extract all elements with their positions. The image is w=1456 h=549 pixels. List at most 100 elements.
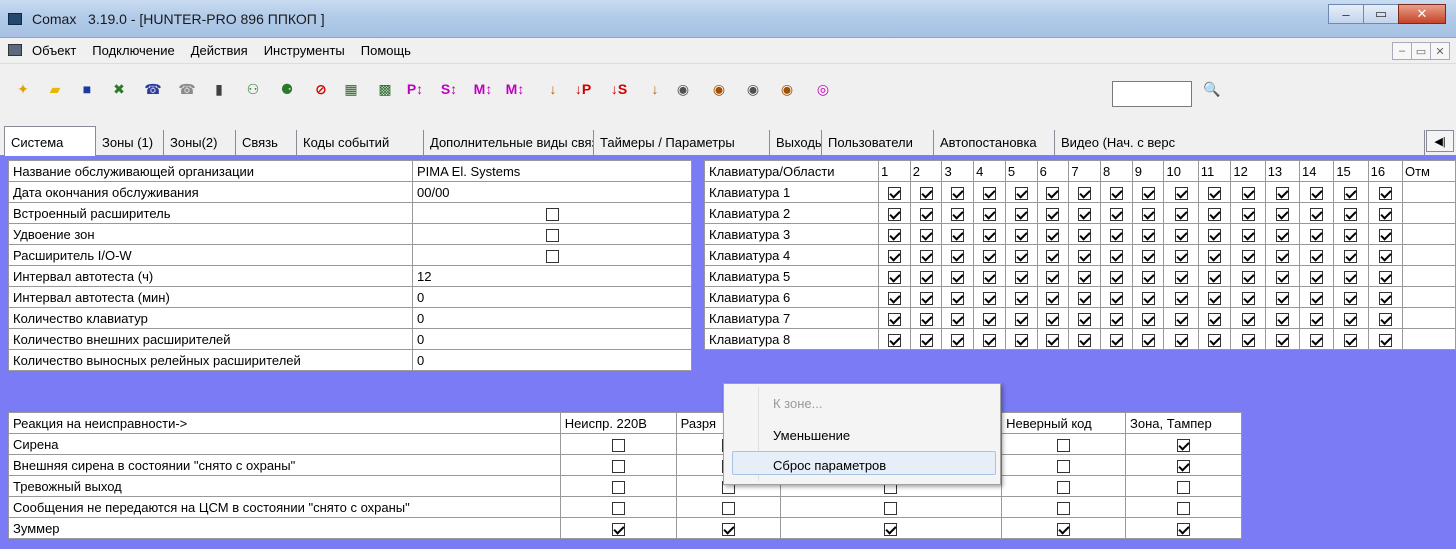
context-item-decrease[interactable]: Уменьшение	[773, 428, 850, 443]
menu-item-3[interactable]: Инструменты	[264, 43, 345, 58]
keypad-area-checkbox[interactable]	[1078, 270, 1092, 284]
fault-cell[interactable]	[559, 454, 677, 476]
keypad-area-checkbox[interactable]	[983, 228, 997, 242]
keypad-area-checkbox[interactable]	[983, 291, 997, 305]
keypad-area-cell[interactable]	[1036, 202, 1070, 224]
keypad-area-cell[interactable]	[1100, 286, 1133, 308]
keypad-area-cell[interactable]	[1401, 328, 1456, 350]
keypad-area-checkbox[interactable]	[1344, 291, 1358, 305]
keypad-area-checkbox[interactable]	[1046, 186, 1060, 200]
fault-cell[interactable]	[559, 496, 677, 518]
keypad-area-cell[interactable]	[1401, 223, 1456, 245]
keypad-area-cell[interactable]	[1131, 265, 1165, 287]
keypad-area-cell[interactable]	[1264, 181, 1301, 203]
keypad-area-checkbox[interactable]	[1141, 270, 1155, 284]
camera-3-button[interactable]: ◉	[772, 74, 802, 104]
fault-cell[interactable]	[779, 496, 1003, 518]
keypad-area-checkbox[interactable]	[1208, 270, 1222, 284]
keypad-area-cell[interactable]	[1264, 307, 1301, 329]
keypad-area-cell[interactable]	[1230, 202, 1266, 224]
keypad-area-cell[interactable]	[1004, 181, 1038, 203]
keypad-area-cell[interactable]	[1197, 307, 1232, 329]
keypad-area-checkbox[interactable]	[1046, 291, 1060, 305]
keypad-area-cell[interactable]	[1367, 244, 1403, 266]
keypad-area-checkbox[interactable]	[1014, 186, 1028, 200]
fault-cell[interactable]	[675, 517, 781, 539]
keypad-area-cell[interactable]	[1068, 181, 1102, 203]
keypad-area-checkbox[interactable]	[919, 186, 933, 200]
keypad-area-checkbox[interactable]	[1046, 249, 1060, 263]
keypad-area-cell[interactable]	[1197, 181, 1232, 203]
keypad-area-checkbox[interactable]	[1310, 249, 1324, 263]
keypad-area-cell[interactable]	[1333, 181, 1369, 203]
keypad-area-cell[interactable]	[1163, 202, 1199, 224]
keypad-area-checkbox[interactable]	[1174, 249, 1188, 263]
keypad-area-cell[interactable]	[1333, 286, 1369, 308]
keypad-area-cell[interactable]	[1264, 328, 1301, 350]
keypad-area-checkbox[interactable]	[1014, 291, 1028, 305]
keypad-area-cell[interactable]	[941, 244, 975, 266]
keypad-area-cell[interactable]	[1036, 244, 1070, 266]
keypad-area-checkbox[interactable]	[1141, 249, 1155, 263]
keypad-area-cell[interactable]	[1036, 328, 1070, 350]
fault-cell[interactable]	[559, 475, 677, 497]
keypad-area-cell[interactable]	[909, 328, 943, 350]
tab-1[interactable]: Зоны (1)	[96, 130, 164, 156]
keypad-area-checkbox[interactable]	[951, 270, 965, 284]
keypad-area-cell[interactable]	[1197, 202, 1232, 224]
tab-10[interactable]: Видео (Нач. с верс	[1055, 130, 1425, 156]
connect-button[interactable]: ⚇	[238, 74, 268, 104]
keypad-area-cell[interactable]	[1068, 265, 1102, 287]
keypad-area-checkbox[interactable]	[1378, 249, 1392, 263]
keypad-area-checkbox[interactable]	[1078, 291, 1092, 305]
fault-checkbox[interactable]	[1057, 480, 1071, 494]
keypad-area-cell[interactable]	[1131, 307, 1165, 329]
keypad-area-cell[interactable]	[909, 181, 943, 203]
keypad-area-checkbox[interactable]	[1241, 249, 1255, 263]
keypad-area-cell[interactable]	[878, 286, 911, 308]
keypad-area-cell[interactable]	[1004, 286, 1038, 308]
fault-cell[interactable]	[1125, 517, 1242, 539]
camera-1-button[interactable]: ◉	[704, 74, 734, 104]
keypad-area-checkbox[interactable]	[887, 228, 901, 242]
excel-button[interactable]: ✖	[104, 74, 134, 104]
menu-item-0[interactable]: Объект	[32, 43, 76, 58]
keypad-area-checkbox[interactable]	[1046, 207, 1060, 221]
keypad-area-cell[interactable]	[1401, 286, 1456, 308]
keypad-area-cell[interactable]	[941, 286, 975, 308]
keypad-area-checkbox[interactable]	[1174, 207, 1188, 221]
keypad-area-checkbox[interactable]	[1344, 249, 1358, 263]
keypad-area-checkbox[interactable]	[1275, 186, 1289, 200]
keypad-area-checkbox[interactable]	[1078, 228, 1092, 242]
keypad-area-cell[interactable]	[1036, 286, 1070, 308]
keypad-area-cell[interactable]	[973, 181, 1006, 203]
close-button[interactable]: ✕	[1398, 4, 1446, 24]
keypad-area-cell[interactable]	[878, 181, 911, 203]
keypad-area-cell[interactable]	[1163, 244, 1199, 266]
keypad-area-checkbox[interactable]	[1344, 333, 1358, 347]
keypad-area-cell[interactable]	[1036, 181, 1070, 203]
mdi-minimize-button[interactable]: –	[1392, 42, 1412, 60]
modem-button[interactable]: ☎	[138, 74, 168, 104]
keypad-area-checkbox[interactable]	[1141, 186, 1155, 200]
keypad-area-checkbox[interactable]	[983, 186, 997, 200]
keypad-area-cell[interactable]	[878, 244, 911, 266]
phone-button[interactable]: ▮	[204, 74, 234, 104]
keypad-area-cell[interactable]	[1264, 223, 1301, 245]
keypad-area-checkbox[interactable]	[887, 270, 901, 284]
keypad-area-checkbox[interactable]	[1174, 333, 1188, 347]
fault-cell[interactable]	[779, 517, 1003, 539]
fault-cell[interactable]	[1001, 496, 1127, 518]
keypad-area-checkbox[interactable]	[1109, 291, 1123, 305]
keypad-area-cell[interactable]	[1367, 265, 1403, 287]
keypad-area-checkbox[interactable]	[1378, 312, 1392, 326]
keypad-area-checkbox[interactable]	[1275, 312, 1289, 326]
tab-5[interactable]: Дополнительные виды связи	[424, 130, 594, 156]
keypad-area-cell[interactable]	[1230, 223, 1266, 245]
keypad-area-checkbox[interactable]	[1141, 291, 1155, 305]
keypad-area-checkbox[interactable]	[1275, 207, 1289, 221]
keypad-area-checkbox[interactable]	[1208, 207, 1222, 221]
keypad-area-cell[interactable]	[1299, 181, 1335, 203]
mdi-close-button[interactable]: ✕	[1430, 42, 1450, 60]
fault-cell[interactable]	[1125, 433, 1242, 455]
